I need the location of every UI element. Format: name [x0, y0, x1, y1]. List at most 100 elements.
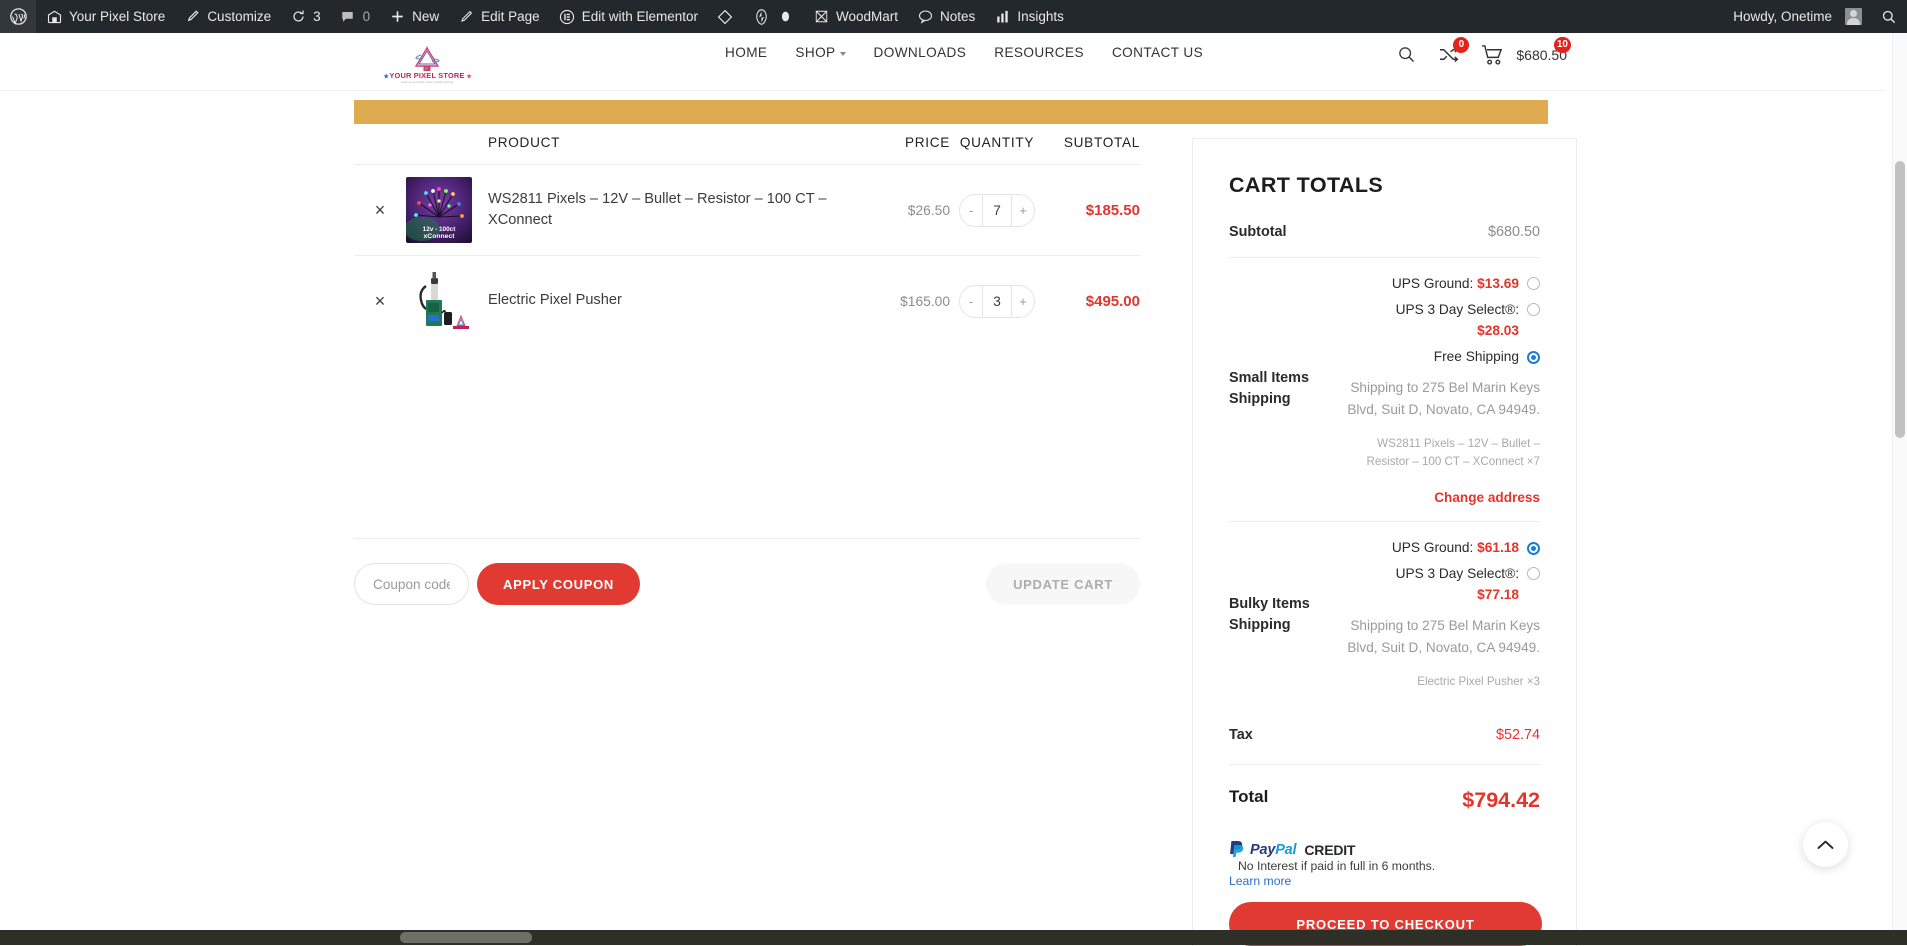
apply-coupon-button[interactable]: APPLY COUPON: [477, 563, 640, 605]
admin-bar-insights[interactable]: Insights: [984, 0, 1073, 33]
cart-table: PRODUCT PRICE QUANTITY SUBTOTAL ×: [354, 135, 1140, 346]
svg-text:YOUR PIXEL STORE: YOUR PIXEL STORE: [389, 71, 464, 80]
shipping-option-amount: $61.18: [1477, 540, 1519, 555]
paypal-pal-text: Pal: [1275, 842, 1296, 858]
coupon-row: APPLY COUPON UPDATE CART: [354, 538, 1140, 605]
nav-downloads[interactable]: DOWNLOADS: [874, 45, 967, 60]
shipping-option-name: Free Shipping: [1434, 347, 1519, 368]
shipping-group-label: Small Items Shipping: [1229, 368, 1337, 410]
admin-bar-woodmart-label: WoodMart: [836, 9, 898, 24]
header-cart-button[interactable]: 10 $680.50: [1481, 44, 1567, 65]
admin-bar-jetpack[interactable]: [743, 0, 774, 33]
vertical-scrollbar-thumb[interactable]: [1895, 161, 1905, 438]
total-value: $794.42: [1337, 784, 1540, 816]
subtotal-value: $680.50: [1337, 222, 1540, 244]
shipping-destination: Shipping to 275 Bel Marin Keys Blvd, Sui…: [1337, 377, 1540, 421]
shipping-option-ups-3day[interactable]: UPS 3 Day Select®:$28.03: [1337, 300, 1540, 341]
quantity-cell: - 3 +: [950, 285, 1044, 318]
shipping-option-free-shipping[interactable]: Free Shipping: [1337, 347, 1540, 368]
shipping-radio-ups-ground[interactable]: [1527, 277, 1540, 290]
remove-item-button[interactable]: ×: [354, 292, 406, 310]
shipping-radio-ups-ground-bulky[interactable]: [1527, 542, 1540, 555]
admin-bar-woodmart[interactable]: WoodMart: [803, 0, 907, 33]
nav-home-label: HOME: [725, 45, 767, 60]
nav-home[interactable]: HOME: [725, 45, 767, 60]
page-content: PRODUCT PRICE QUANTITY SUBTOTAL ×: [0, 91, 1885, 945]
header-search-button[interactable]: [1397, 45, 1416, 64]
quantity-decrease-button[interactable]: -: [960, 286, 982, 317]
svg-text:xConnect: xConnect: [424, 233, 456, 240]
ws2811-pixels-thumbnail[interactable]: 12v - 100ct xConnect: [406, 177, 472, 243]
brush-icon: [183, 8, 201, 26]
tax-label: Tax: [1229, 725, 1337, 747]
quantity-increase-button[interactable]: +: [1012, 195, 1034, 226]
change-address-link[interactable]: Change address: [1337, 490, 1540, 505]
quantity-input[interactable]: 3: [982, 286, 1012, 317]
jetpack-icon: [752, 8, 770, 26]
site-logo[interactable]: YOUR PIXEL STORE ★ ★ Helping you build b…: [378, 42, 476, 86]
paypal-icon: [1229, 840, 1246, 859]
shipping-option-ups-ground[interactable]: UPS Ground: $13.69: [1337, 274, 1540, 295]
table-row: ×: [354, 255, 1140, 346]
nav-resources[interactable]: RESOURCES: [994, 45, 1084, 60]
cart-totals-title: CART TOTALS: [1229, 173, 1540, 198]
electric-pixel-pusher-thumbnail[interactable]: [406, 268, 472, 334]
admin-bar-wordpress-logo[interactable]: [0, 0, 36, 33]
shipping-group-bulky-items: Bulky Items Shipping UPS Ground: $61.18 …: [1229, 521, 1540, 707]
remove-item-button[interactable]: ×: [354, 201, 406, 219]
shipping-option-name: UPS 3 Day Select®:: [1396, 302, 1519, 317]
nav-shop-label: SHOP: [795, 45, 835, 60]
quantity-stepper: - 7 +: [959, 194, 1035, 227]
admin-bar-customize[interactable]: Customize: [174, 0, 280, 33]
shipping-radio-ups-3day[interactable]: [1527, 303, 1540, 316]
admin-bar-edit-with-elementor[interactable]: Edit with Elementor: [549, 0, 707, 33]
col-quantity-header: QUANTITY: [950, 135, 1044, 150]
quantity-input[interactable]: 7: [982, 195, 1012, 226]
admin-bar-new[interactable]: New: [379, 0, 448, 33]
tax-row: Tax $52.74: [1229, 707, 1540, 764]
wp-admin-bar: Your Pixel Store Customize 3 0 New Edit …: [0, 0, 1907, 33]
product-name-link[interactable]: Electric Pixel Pusher: [488, 290, 872, 311]
admin-bar-dot[interactable]: [774, 0, 803, 33]
admin-bar-edit-page[interactable]: Edit Page: [448, 0, 549, 33]
paypal-learn-more-link[interactable]: Learn more: [1229, 874, 1540, 888]
admin-bar-edit-page-label: Edit Page: [481, 9, 540, 24]
scroll-to-top-button[interactable]: [1803, 822, 1848, 867]
update-cart-button[interactable]: UPDATE CART: [986, 563, 1140, 605]
header-compare-button[interactable]: 0: [1438, 45, 1459, 64]
quantity-increase-button[interactable]: +: [1012, 286, 1034, 317]
admin-bar-comments[interactable]: 0: [330, 0, 380, 33]
quantity-decrease-button[interactable]: -: [960, 195, 982, 226]
updates-icon: [289, 8, 307, 26]
admin-bar-updates[interactable]: 3: [280, 0, 330, 33]
plus-icon: [388, 8, 406, 26]
admin-bar-elementor-label: Edit with Elementor: [582, 9, 698, 24]
shipping-option-ups-3day-bulky[interactable]: UPS 3 Day Select®:$77.18: [1337, 564, 1540, 605]
nav-contact-label: CONTACT US: [1112, 45, 1203, 60]
cart-count-badge: 10: [1554, 37, 1571, 53]
horizontal-scrollbar[interactable]: [0, 930, 1907, 945]
shipping-option-text: UPS 3 Day Select®:$28.03: [1396, 300, 1519, 341]
horizontal-scrollbar-thumb[interactable]: [400, 932, 532, 943]
product-name-link[interactable]: WS2811 Pixels – 12V – Bullet – Resistor …: [488, 189, 872, 231]
nav-downloads-label: DOWNLOADS: [874, 45, 967, 60]
nav-shop[interactable]: SHOP: [795, 45, 845, 60]
dot-icon: [776, 8, 794, 26]
svg-text:★: ★: [466, 72, 472, 80]
shipping-radio-free-shipping[interactable]: [1527, 351, 1540, 364]
vertical-scrollbar[interactable]: [1892, 33, 1907, 945]
shipping-radio-ups-3day-bulky[interactable]: [1527, 567, 1540, 580]
nav-contact-us[interactable]: CONTACT US: [1112, 45, 1203, 60]
shipping-option-name: UPS 3 Day Select®:: [1396, 566, 1519, 581]
admin-bar-howdy[interactable]: Howdy, Onetime: [1724, 0, 1871, 33]
shipping-option-ups-ground-bulky[interactable]: UPS Ground: $61.18: [1337, 538, 1540, 559]
admin-bar-search[interactable]: [1871, 0, 1907, 33]
admin-bar-notes[interactable]: Notes: [907, 0, 984, 33]
coupon-input[interactable]: [354, 563, 469, 605]
admin-bar-site-name[interactable]: Your Pixel Store: [36, 0, 174, 33]
admin-bar-insights-label: Insights: [1017, 9, 1064, 24]
tax-value: $52.74: [1337, 725, 1540, 747]
admin-bar-diamond[interactable]: [707, 0, 743, 33]
paypal-wordmark: PayPal: [1250, 842, 1296, 858]
insights-icon: [993, 8, 1011, 26]
